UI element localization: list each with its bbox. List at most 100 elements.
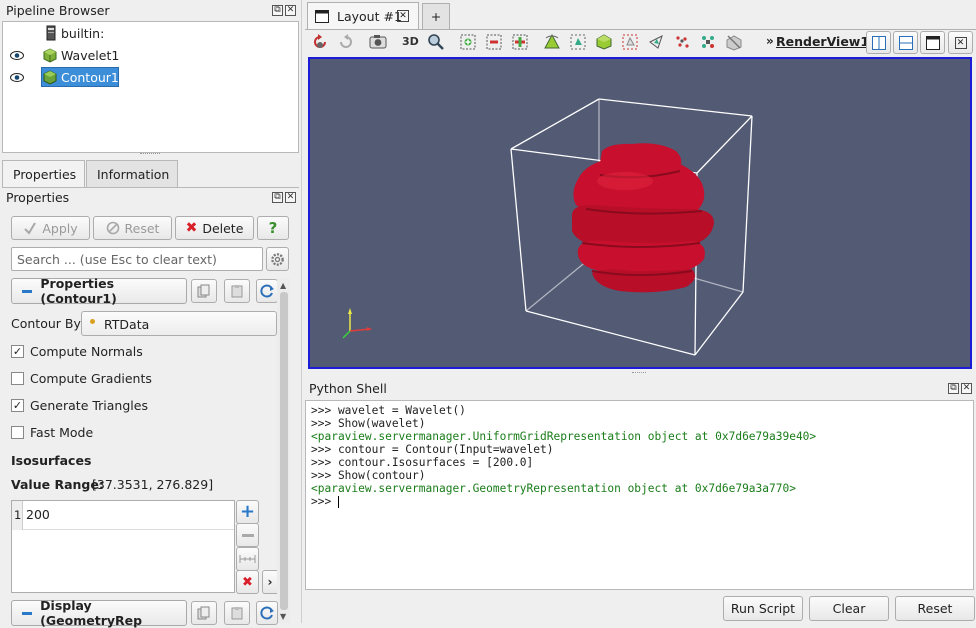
python-shell-dock-buttons: ⧉ ✕ — [948, 383, 972, 394]
isosurface-value-cell[interactable]: 200 — [23, 501, 234, 530]
delete-icon: ✖ — [185, 220, 198, 236]
python-shell-console[interactable]: >>> wavelet = Wavelet() >>> Show(wavelet… — [305, 400, 974, 590]
collapse-icon — [22, 289, 33, 293]
shell-reset-button[interactable]: Reset — [895, 596, 975, 621]
fast-mode-label: Fast Mode — [30, 425, 94, 440]
section-label: Display (GeometryRep — [40, 598, 143, 628]
copy-button[interactable] — [191, 279, 217, 303]
add-value-button[interactable]: + — [236, 500, 259, 524]
zoom-to-box-icon[interactable] — [427, 33, 445, 51]
select-blocks-icon[interactable] — [673, 33, 691, 51]
add-layout-tab-button[interactable]: + — [422, 3, 450, 29]
eye-icon[interactable] — [10, 73, 24, 82]
row-index: 1 — [12, 501, 23, 530]
shell-prompt-line[interactable]: >>> — [311, 495, 968, 508]
contour-by-select[interactable]: RTData — [81, 311, 277, 336]
capture-screenshot-icon[interactable] — [369, 33, 387, 51]
filter-cube-icon — [43, 70, 57, 85]
undock-icon[interactable]: ⧉ — [272, 5, 283, 16]
clear-button[interactable]: Clear — [809, 596, 889, 621]
isosurfaces-table[interactable]: 1 200 — [11, 500, 235, 593]
display-refresh-button[interactable] — [256, 601, 278, 625]
shell-line: >>> Show(wavelet) — [311, 417, 426, 430]
apply-button[interactable]: Apply — [11, 216, 90, 240]
display-paste-button[interactable] — [224, 601, 250, 625]
splitter-handle[interactable] — [140, 153, 160, 156]
select-surface-cells-icon[interactable] — [569, 33, 587, 51]
pipeline-item-wavelet1[interactable]: Wavelet1 — [3, 45, 298, 65]
paste-button[interactable] — [224, 279, 250, 303]
pipeline-item-contour1[interactable]: Contour1 — [3, 67, 298, 87]
close-icon[interactable]: ✕ — [961, 383, 972, 394]
reset-camera-icon[interactable] — [459, 33, 477, 51]
help-button[interactable]: ? — [257, 216, 289, 240]
shell-output-line: <paraview.servermanager.UniformGridRepre… — [311, 430, 817, 443]
close-view-button[interactable]: ✕ — [948, 31, 973, 54]
display-copy-button[interactable] — [191, 601, 217, 625]
search-input[interactable]: Search ... (use Esc to clear text) — [11, 247, 263, 271]
redo-camera-icon[interactable] — [337, 33, 355, 51]
delete-all-icon: ✖ — [242, 574, 253, 590]
panel-tabs: Properties Information — [2, 160, 299, 188]
tab-information[interactable]: Information — [86, 160, 178, 187]
generate-triangles-checkbox[interactable]: ✓ — [11, 399, 24, 412]
value-range-value: [37.3531, 276.829] — [92, 477, 214, 492]
tab-properties[interactable]: Properties — [2, 160, 85, 188]
render-view[interactable] — [308, 57, 972, 369]
scroll-up-icon[interactable]: ▲ — [280, 281, 286, 290]
compute-gradients-checkbox[interactable] — [11, 372, 24, 385]
clear-selection-icon[interactable] — [725, 33, 743, 51]
toggle-3d-button[interactable]: 3D — [402, 35, 419, 48]
source-cube-icon — [43, 48, 57, 63]
compute-gradients-label: Compute Gradients — [30, 371, 152, 386]
undock-icon[interactable]: ⧉ — [272, 192, 283, 203]
copy-icon — [197, 284, 210, 298]
generate-triangles-label: Generate Triangles — [30, 398, 148, 413]
zoom-to-data-icon[interactable] — [485, 33, 503, 51]
undock-icon[interactable]: ⧉ — [948, 383, 959, 394]
shell-prompt: >>> — [311, 495, 338, 508]
more-button[interactable]: › — [262, 570, 277, 594]
split-horizontal-button[interactable] — [866, 31, 891, 54]
delete-button[interactable]: ✖ Delete — [175, 216, 254, 240]
run-script-button[interactable]: Run Script — [723, 596, 803, 621]
close-icon[interactable]: ✕ — [285, 5, 296, 16]
pipeline-item-label: builtin: — [61, 25, 105, 41]
split-vertical-button[interactable] — [893, 31, 918, 54]
select-frustum-icon[interactable] — [621, 33, 639, 51]
scrollbar-thumb[interactable] — [280, 292, 288, 610]
view-name-label[interactable]: RenderView1 — [776, 34, 869, 49]
toolbar-overflow-icon[interactable]: » — [766, 34, 774, 48]
undo-camera-icon[interactable] — [311, 33, 329, 51]
pipeline-tree[interactable]: builtin: Wavelet1 Contour1 — [2, 21, 299, 153]
zoom-closest-icon[interactable] — [511, 33, 529, 51]
interactive-select-icon[interactable] — [699, 33, 717, 51]
maximize-button[interactable] — [920, 31, 945, 54]
refresh-icon — [260, 606, 274, 620]
apply-label: Apply — [42, 220, 78, 236]
split-horizontal-icon — [871, 35, 886, 50]
rotate-icon[interactable] — [543, 33, 561, 51]
close-icon[interactable]: ✕ — [285, 192, 296, 203]
select-points-icon[interactable] — [595, 33, 613, 51]
compute-normals-checkbox[interactable]: ✓ — [11, 345, 24, 358]
refresh-button[interactable] — [256, 279, 278, 303]
add-range-button[interactable] — [236, 547, 259, 571]
remove-value-button[interactable] — [236, 523, 259, 547]
close-tab-icon[interactable]: ✕ — [397, 10, 409, 22]
eye-icon[interactable] — [10, 51, 24, 60]
layout-tab[interactable]: Layout #1 ✕ — [307, 2, 419, 29]
reset-button[interactable]: Reset — [93, 216, 172, 240]
display-section-header[interactable]: Display (GeometryRep — [11, 598, 187, 628]
view-splitter-handle[interactable] — [632, 372, 646, 375]
select-polygon-icon[interactable] — [647, 33, 665, 51]
shell-line: >>> contour = Contour(Input=wavelet) — [311, 443, 554, 456]
main-splitter[interactable] — [301, 0, 302, 623]
pipeline-item-builtin[interactable]: builtin: — [3, 23, 298, 43]
remove-all-button[interactable]: ✖ — [236, 570, 259, 594]
scroll-down-icon[interactable]: ▼ — [280, 612, 286, 621]
fast-mode-checkbox[interactable] — [11, 426, 24, 439]
advanced-settings-button[interactable] — [266, 247, 289, 271]
properties-section-header[interactable]: Properties (Contour1) — [11, 276, 187, 306]
shell-line: >>> contour.Isosurfaces = [200.0] — [311, 456, 534, 469]
